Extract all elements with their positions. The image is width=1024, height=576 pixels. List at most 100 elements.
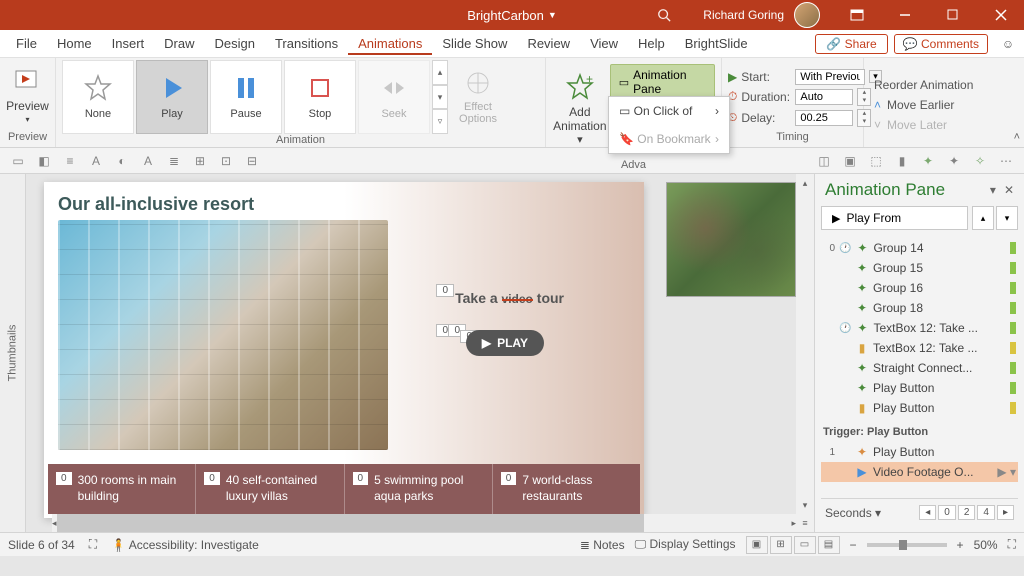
pane-options-icon[interactable]: ▾ — [990, 183, 996, 197]
qat-icon[interactable]: ▣ — [840, 151, 860, 171]
share-button[interactable]: 🔗 Share — [815, 34, 887, 54]
close-icon[interactable] — [978, 0, 1024, 30]
anim-play[interactable]: Play — [136, 60, 208, 134]
display-settings-button[interactable]: 🖵 Display Settings — [635, 537, 736, 552]
feedback-icon[interactable]: ☺ — [998, 34, 1018, 54]
collapse-ribbon-icon[interactable]: ˄ — [1014, 131, 1020, 143]
zoom-slider[interactable] — [867, 543, 947, 547]
tour-text[interactable]: Take a video tour — [455, 290, 564, 306]
qat-icon[interactable]: ≣ — [164, 151, 184, 171]
qat-icon[interactable]: ≡ — [60, 151, 80, 171]
reading-view-icon[interactable]: ▭ — [794, 536, 816, 554]
user-name[interactable]: Richard Goring — [703, 8, 784, 22]
anim-entry[interactable]: ✦Group 15 — [821, 258, 1018, 278]
qat-more-icon[interactable]: ⋯ — [996, 151, 1016, 171]
notes-button[interactable]: ≣ Notes — [580, 538, 625, 552]
duration-input[interactable] — [795, 89, 853, 105]
anim-entry[interactable]: ✦Group 16 — [821, 278, 1018, 298]
anim-entry[interactable]: ▶Video Footage O...▶ ▾ — [821, 462, 1018, 482]
delay-input[interactable] — [795, 110, 853, 126]
anim-stop[interactable]: Stop — [284, 60, 356, 134]
animation-pane-button[interactable]: ▭ Animation Pane — [610, 64, 715, 100]
move-earlier-button[interactable]: ˄Move Earlier — [870, 96, 977, 114]
preview-button[interactable]: Preview▾ — [6, 61, 49, 131]
menu-home[interactable]: Home — [47, 32, 102, 55]
slide[interactable]: Our all-inclusive resort Take a video to… — [44, 182, 644, 518]
avatar[interactable] — [794, 2, 820, 28]
menu-file[interactable]: File — [6, 32, 47, 55]
maximize-icon[interactable] — [930, 0, 976, 30]
qat-icon[interactable]: ✦ — [918, 151, 938, 171]
timeline-seconds[interactable]: Seconds ▾ ◂024▸ — [821, 498, 1018, 526]
lang-status[interactable]: ⛶ — [89, 537, 97, 552]
anim-entry[interactable]: 0🕐✦Group 14 — [821, 238, 1018, 258]
menu-brightslide[interactable]: BrightSlide — [675, 32, 758, 55]
thumbnails-panel[interactable]: Thumbnails — [0, 174, 26, 532]
ribbon-display-icon[interactable] — [834, 0, 880, 30]
horizontal-scrollbar[interactable]: ◂▸ — [52, 514, 796, 532]
vertical-scrollbar[interactable]: ▴▾≡ — [796, 174, 814, 532]
menu-draw[interactable]: Draw — [154, 32, 204, 55]
qat-icon[interactable]: ◐ — [112, 151, 132, 171]
add-animation-button[interactable]: + Add Animation ▾ — [552, 75, 608, 145]
anim-entry[interactable]: 1✦Play Button — [821, 442, 1018, 462]
slide-counter[interactable]: Slide 6 of 34 — [8, 538, 75, 552]
menu-insert[interactable]: Insert — [102, 32, 155, 55]
zoom-level[interactable]: 50% — [974, 538, 998, 552]
slideshow-view-icon[interactable]: ▤ — [818, 536, 840, 554]
fit-window-icon[interactable]: ⛶ — [1008, 537, 1016, 552]
fact-3[interactable]: 05 swimming pool aqua parks — [345, 464, 493, 514]
menu-animations[interactable]: Animations — [348, 32, 432, 55]
search-icon[interactable] — [657, 8, 671, 22]
pane-close-icon[interactable]: ✕ — [1004, 183, 1014, 197]
menu-help[interactable]: Help — [628, 32, 675, 55]
gallery-expand[interactable]: ▴▾▿ — [432, 60, 448, 134]
trigger-onclick[interactable]: ▭ On Click of› — [609, 97, 729, 125]
trigger-onbookmark[interactable]: 🔖 On Bookmark› — [609, 125, 729, 153]
anim-pause[interactable]: Pause — [210, 60, 282, 134]
slide-canvas[interactable]: Our all-inclusive resort Take a video to… — [26, 174, 814, 532]
fact-1[interactable]: 0300 rooms in main building — [48, 464, 196, 514]
anim-entry[interactable]: ▮Play Button — [821, 398, 1018, 418]
anim-seek[interactable]: Seek — [358, 60, 430, 134]
qat-icon[interactable]: ✧ — [970, 151, 990, 171]
accessibility-status[interactable]: 🧍 Accessibility: Investigate — [111, 538, 259, 552]
animation-list[interactable]: 0🕐✦Group 14✦Group 15✦Group 16✦Group 18🕐✦… — [821, 238, 1018, 498]
play-from-button[interactable]: ▶ Play From — [821, 206, 968, 230]
menu-design[interactable]: Design — [205, 32, 265, 55]
org-name[interactable]: BrightCarbon▼ — [467, 8, 557, 23]
qat-icon[interactable]: ▭ — [8, 151, 28, 171]
resort-image[interactable] — [58, 220, 388, 450]
start-input[interactable] — [795, 69, 865, 85]
fact-2[interactable]: 040 self-contained luxury villas — [196, 464, 344, 514]
qat-icon[interactable]: ✦ — [944, 151, 964, 171]
anim-none[interactable]: None — [62, 60, 134, 134]
anim-entry[interactable]: 🕐✦TextBox 12: Take ... — [821, 318, 1018, 338]
qat-icon[interactable]: ⊡ — [216, 151, 236, 171]
move-down-button[interactable]: ▾ — [996, 206, 1018, 230]
play-button[interactable]: ▶PLAY — [466, 330, 544, 356]
anim-entry[interactable]: ✦Straight Connect... — [821, 358, 1018, 378]
move-up-button[interactable]: ▴ — [972, 206, 994, 230]
anim-tag[interactable]: 0 — [436, 284, 454, 297]
minimize-icon[interactable] — [882, 0, 928, 30]
anim-entry[interactable]: ✦Group 18 — [821, 298, 1018, 318]
qat-icon[interactable]: A — [138, 151, 158, 171]
menu-transitions[interactable]: Transitions — [265, 32, 348, 55]
zoom-in-icon[interactable]: + — [957, 538, 964, 552]
animation-gallery[interactable]: None Play Pause Stop Seek ▴▾▿ — [62, 60, 448, 134]
qat-icon[interactable]: ◧ — [34, 151, 54, 171]
qat-icon[interactable]: ◫ — [814, 151, 834, 171]
video-thumbnail[interactable] — [666, 182, 796, 297]
qat-icon[interactable]: A — [86, 151, 106, 171]
qat-icon[interactable]: ⊞ — [190, 151, 210, 171]
zoom-out-icon[interactable]: − — [850, 538, 857, 552]
sorter-view-icon[interactable]: ⊞ — [770, 536, 792, 554]
comments-button[interactable]: 💬 Comments — [894, 34, 988, 54]
anim-entry[interactable]: ▮TextBox 12: Take ... — [821, 338, 1018, 358]
anim-entry[interactable]: ✦Play Button — [821, 378, 1018, 398]
move-later-button[interactable]: ˅Move Later — [870, 116, 977, 134]
effect-options-button[interactable]: Effect Options — [450, 62, 506, 132]
qat-icon[interactable]: ⬚ — [866, 151, 886, 171]
menu-slideshow[interactable]: Slide Show — [432, 32, 517, 55]
